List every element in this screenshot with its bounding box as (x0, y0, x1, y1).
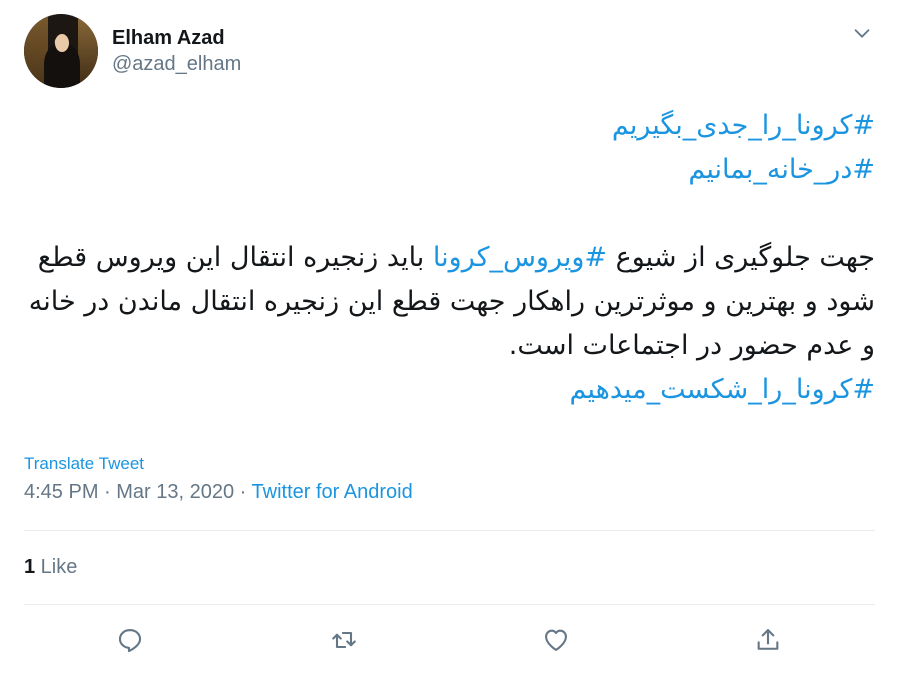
reply-icon[interactable] (112, 622, 148, 658)
tweet-header: Elham Azad @azad_elham (24, 14, 241, 88)
tweet-date[interactable]: Mar 13, 2020 (116, 481, 234, 503)
hashtag-link[interactable]: #ویروس_کرونا (433, 242, 607, 273)
author-names: Elham Azad @azad_elham (112, 25, 241, 77)
hashtag-link[interactable]: #کرونا_را_جدی_بگیریم (612, 110, 875, 141)
tweet-card: Elham Azad @azad_elham #کرونا_را_جدی_بگی… (0, 0, 897, 677)
translate-tweet-link[interactable]: Translate Tweet (24, 454, 144, 474)
heart-icon[interactable] (538, 622, 574, 658)
meta-separator: · (98, 481, 117, 503)
chevron-down-icon[interactable] (851, 22, 873, 44)
likes-number: 1 (24, 556, 36, 578)
tweet-body-text: جهت جلوگیری از شیوع (607, 242, 875, 273)
tweet-meta: 4:45 PM · Mar 13, 2020 · Twitter for And… (24, 481, 413, 504)
hashtag-link[interactable]: #در_خانه_بمانیم (688, 154, 875, 185)
tweet-time[interactable]: 4:45 PM (24, 481, 98, 503)
divider (24, 604, 875, 605)
action-bar (24, 622, 875, 662)
tweet-text: #کرونا_را_جدی_بگیریم #در_خانه_بمانیم جهت… (24, 104, 875, 412)
share-icon[interactable] (750, 622, 786, 658)
divider (24, 530, 875, 531)
meta-separator: · (234, 481, 252, 503)
likes-label: Like (35, 556, 78, 578)
tweet-source-link[interactable]: Twitter for Android (252, 481, 413, 503)
hashtag-link[interactable]: #کرونا_را_شکست_میدهیم (570, 374, 875, 405)
retweet-icon[interactable] (326, 622, 362, 658)
likes-count[interactable]: 1 Like (24, 556, 77, 579)
avatar[interactable] (24, 14, 98, 88)
author-handle[interactable]: @azad_elham (112, 51, 241, 77)
author-display-name[interactable]: Elham Azad (112, 25, 241, 51)
